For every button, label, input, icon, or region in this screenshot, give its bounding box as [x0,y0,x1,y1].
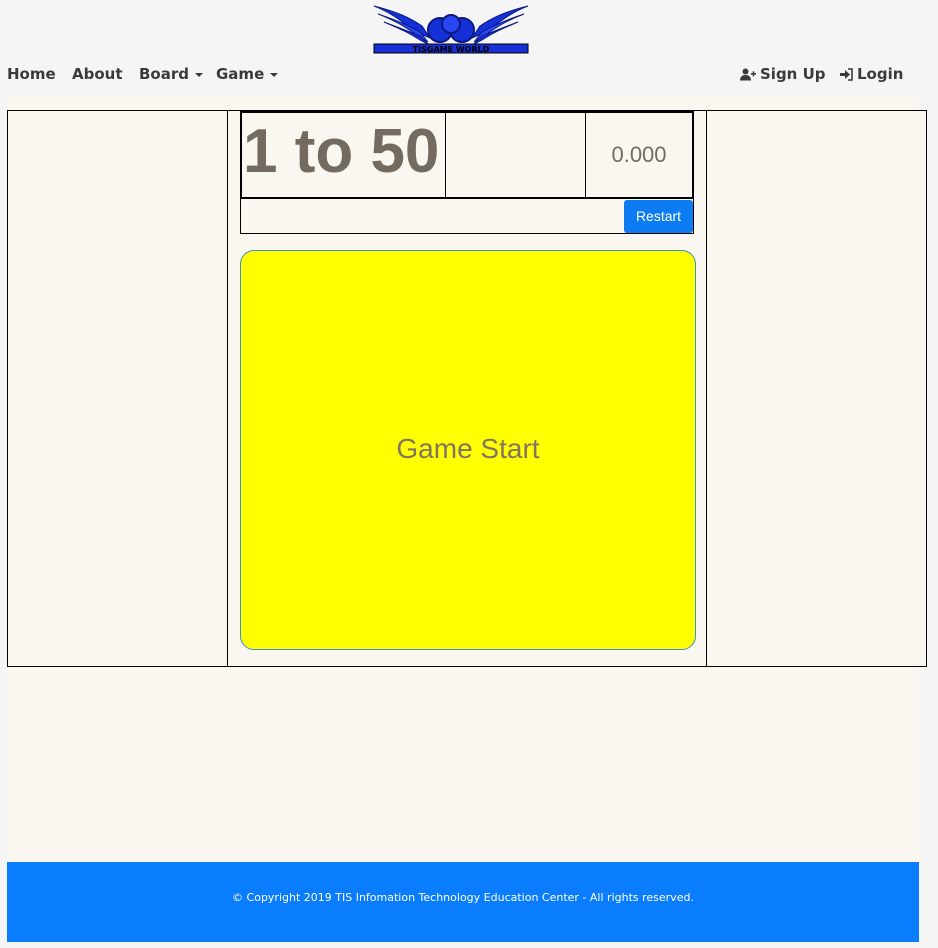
site-logo[interactable]: TISGAME WORLD [370,2,532,54]
copyright-text: © Copyright 2019 TIS Infomation Technolo… [232,891,694,904]
game-title: 1 to 50 [242,113,446,199]
timer-display: 0.000 [611,142,667,167]
caret-down-icon [270,72,279,77]
nav-sign-up-label: Sign Up [760,65,826,83]
nav-game-label: Game [216,65,265,83]
nav-board-dropdown[interactable]: Board [139,64,203,84]
footer: © Copyright 2019 TIS Infomation Technolo… [7,862,919,942]
next-number-cell [446,113,586,199]
nav-about[interactable]: About [72,64,123,84]
sign-in-icon [840,68,853,81]
nav-login[interactable]: Login [840,64,903,84]
nav-login-label: Login [857,65,904,83]
nav-home-label: Home [7,65,56,83]
game-start-label: Game Start [396,433,540,464]
svg-text:TISGAME WORLD: TISGAME WORLD [413,45,490,54]
nav-board-label: Board [139,65,189,83]
user-plus-icon [740,68,756,81]
nav-sign-up[interactable]: Sign Up [740,64,826,84]
caret-down-icon [195,72,203,77]
nav-home[interactable]: Home [7,64,56,84]
score-table: 1 to 50 0.000 [240,111,694,199]
nav-game-dropdown[interactable]: Game [216,64,279,84]
nav-about-label: About [72,65,123,83]
game-board[interactable]: Game Start [240,250,696,650]
restart-button[interactable]: Restart [624,200,693,233]
header: TISGAME WORLD Home About Board Game Sign… [0,0,938,96]
